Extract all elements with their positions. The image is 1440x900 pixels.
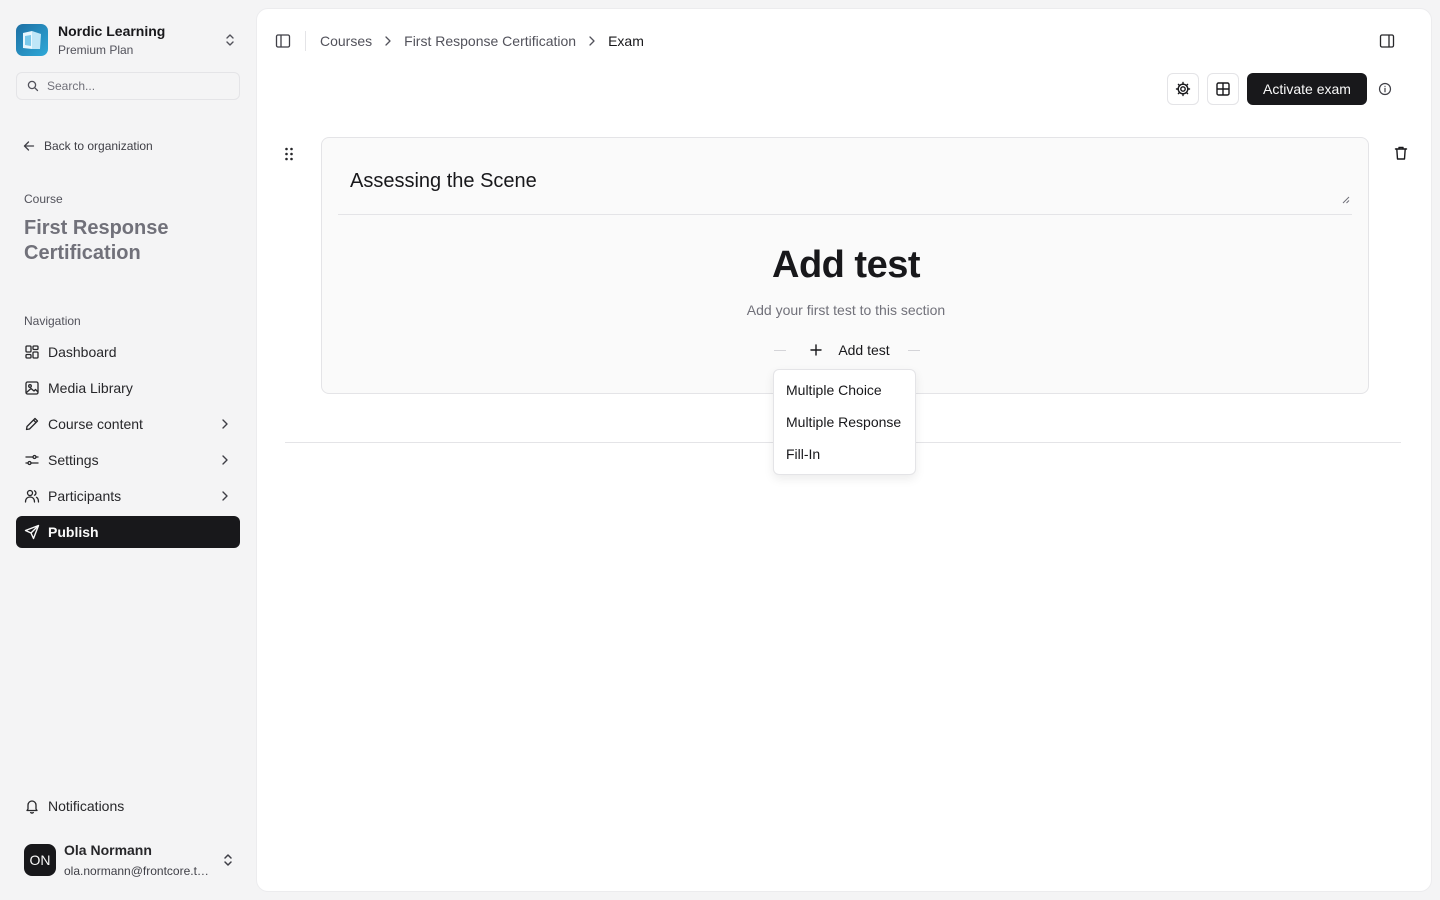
main-panel: Courses First Response Certification Exa… [256, 8, 1432, 892]
sidebar-item-label: Settings [48, 452, 99, 468]
right-panel-toggle-icon[interactable] [1379, 33, 1395, 49]
chevron-right-icon [222, 419, 228, 429]
nav-section-label: Navigation [24, 314, 81, 328]
users-icon [24, 489, 40, 503]
sidebar-item-label: Dashboard [48, 344, 117, 360]
sliders-icon [25, 454, 39, 466]
toolbar-separator [305, 31, 306, 51]
notifications-label: Notifications [48, 798, 125, 814]
breadcrumb-courses[interactable]: Courses [320, 33, 372, 49]
back-label: Back to organization [44, 139, 153, 153]
settings-button[interactable] [1167, 73, 1199, 105]
chevron-right-icon [222, 455, 228, 465]
plus-icon [810, 344, 823, 356]
exam-toolbar: Activate exam [1167, 73, 1392, 105]
activate-exam-button[interactable]: Activate exam [1247, 73, 1367, 105]
sidebar-item-settings[interactable]: Settings [16, 444, 240, 476]
add-test-label: Add test [838, 342, 890, 358]
add-test-button[interactable]: Add test [786, 338, 908, 362]
sidebar-item-media-library[interactable]: Media Library [16, 372, 240, 404]
chevron-right-icon [222, 491, 228, 501]
sidebar-item-label: Publish [48, 524, 99, 540]
user-name: Ola Normann [64, 841, 152, 858]
empty-state-title: Add test [772, 244, 921, 286]
divider-right [907, 349, 920, 351]
gear-icon [1175, 81, 1191, 97]
sidebar-item-label: Participants [48, 488, 122, 504]
org-logo [16, 24, 48, 56]
empty-state-subtitle: Add your first test to this section [746, 302, 946, 318]
sidebar: Nordic Learning Premium Plan Back to org… [0, 0, 256, 900]
bell-icon [26, 800, 38, 814]
info-icon[interactable] [1378, 82, 1392, 96]
org-name: Nordic Learning [58, 22, 166, 39]
org-plan: Premium Plan [58, 42, 134, 57]
user-menu[interactable]: ON Ola Normann ola.normann@frontcore.tec… [16, 836, 240, 884]
topbar: Courses First Response Certification Exa… [257, 9, 1433, 73]
image-icon [25, 381, 39, 395]
dashboard-icon [25, 345, 39, 359]
sidebar-item-label: Media Library [48, 380, 133, 396]
test-type-menu: Multiple Choice Multiple Response Fill-I… [773, 369, 916, 475]
drag-handle-icon[interactable] [283, 146, 295, 162]
chevrons-up-down-icon [226, 34, 234, 46]
section-title-input[interactable]: Assessing the Scene [338, 154, 1352, 215]
notifications-link[interactable]: Notifications [16, 790, 240, 822]
chevrons-up-down-icon [224, 854, 232, 866]
resize-grip-icon[interactable] [1342, 196, 1350, 204]
divider-left [774, 349, 787, 351]
sidebar-item-dashboard[interactable]: Dashboard [16, 336, 240, 368]
chevron-right-icon [589, 36, 595, 46]
search-icon [27, 80, 39, 92]
breadcrumb: Courses First Response Certification Exa… [320, 33, 644, 49]
sidebar-item-publish[interactable]: Publish [16, 516, 240, 548]
sidebar-item-label: Course content [48, 416, 143, 432]
sidebar-item-participants[interactable]: Participants [16, 480, 240, 512]
sidebar-item-course-content[interactable]: Course content [16, 408, 240, 440]
exam-section-card: Assessing the Scene Add test Add your fi… [321, 137, 1369, 394]
user-email: ola.normann@frontcore.tech [64, 863, 210, 878]
menu-item-multiple-choice[interactable]: Multiple Choice [778, 374, 911, 406]
add-test-row: Add test [762, 338, 932, 362]
sidebar-nav: Dashboard Media Library Course content S… [16, 336, 240, 552]
pencil-icon [25, 417, 39, 431]
layout-button[interactable] [1207, 73, 1239, 105]
arrow-left-icon [23, 141, 35, 151]
breadcrumb-course[interactable]: First Response Certification [404, 33, 576, 49]
back-to-organization-link[interactable]: Back to organization [22, 137, 153, 155]
chevron-right-icon [385, 36, 391, 46]
course-title: First Response Certification [24, 217, 169, 264]
breadcrumb-current: Exam [608, 33, 644, 49]
sidebar-toggle-icon[interactable] [275, 33, 291, 49]
search-input[interactable] [47, 79, 227, 93]
search-box[interactable] [16, 72, 240, 100]
org-switcher[interactable]: Nordic Learning Premium Plan [16, 22, 240, 58]
trash-icon[interactable] [1393, 145, 1409, 161]
course-label: Course [24, 192, 63, 206]
menu-item-fill-in[interactable]: Fill-In [778, 438, 911, 470]
grid-icon [1216, 82, 1230, 96]
avatar: ON [24, 844, 56, 876]
send-icon [24, 524, 40, 540]
menu-item-multiple-response[interactable]: Multiple Response [778, 406, 911, 438]
